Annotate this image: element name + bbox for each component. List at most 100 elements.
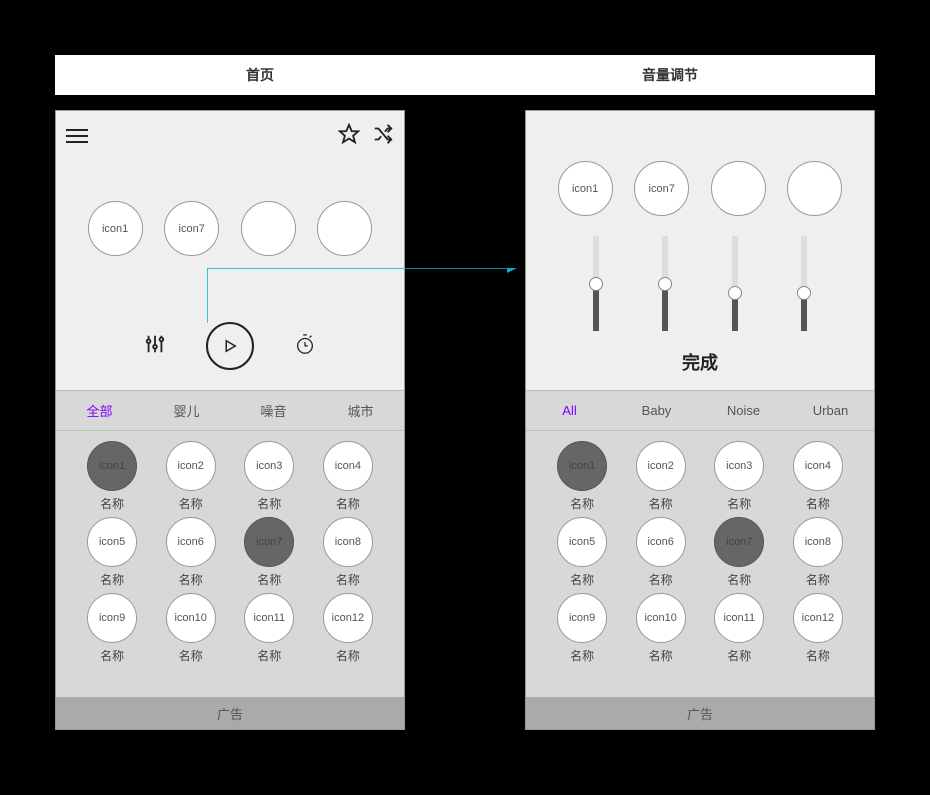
- mixer-icon[interactable]: [144, 333, 166, 360]
- sound-item[interactable]: icon12名称: [785, 593, 850, 664]
- sound-icon: icon3: [244, 441, 294, 491]
- volume-slider[interactable]: [586, 236, 606, 331]
- menu-icon[interactable]: [66, 125, 88, 147]
- active-sound[interactable]: icon7: [634, 161, 689, 216]
- active-sound[interactable]: [241, 201, 296, 256]
- sound-label: 名称: [100, 571, 124, 588]
- screen-labels: 首页 音量调节: [55, 55, 875, 95]
- active-sound[interactable]: icon1: [88, 201, 143, 256]
- active-sound[interactable]: icon1: [558, 161, 613, 216]
- done-button[interactable]: 完成: [526, 349, 874, 375]
- tab-urban[interactable]: 城市: [317, 391, 404, 430]
- sound-item[interactable]: icon11名称: [707, 593, 772, 664]
- sound-item[interactable]: icon2 名称: [628, 441, 693, 512]
- volume-slider[interactable]: [794, 236, 814, 331]
- sound-icon: icon9: [557, 593, 607, 643]
- active-sound[interactable]: [711, 161, 766, 216]
- label-volume: 音量调节: [465, 55, 875, 95]
- sound-label: 名称: [806, 495, 830, 512]
- sound-label: 名称: [806, 571, 830, 588]
- sound-item[interactable]: icon9名称: [80, 593, 145, 664]
- sound-item[interactable]: icon4 名称: [785, 441, 850, 512]
- tab-all[interactable]: All: [526, 391, 613, 430]
- shuffle-icon[interactable]: [372, 123, 394, 150]
- sound-label: 名称: [179, 495, 203, 512]
- sound-grid: icon1名称icon2名称icon3名称icon4名称icon5名称icon6…: [56, 431, 404, 699]
- sound-icon: icon7: [714, 517, 764, 567]
- sound-label: 名称: [179, 647, 203, 664]
- tab-urban[interactable]: Urban: [787, 391, 874, 430]
- sound-item[interactable]: icon6 名称: [158, 517, 223, 588]
- sound-item[interactable]: icon2名称: [158, 441, 223, 512]
- sound-icon: icon12: [323, 593, 373, 643]
- sound-label: 名称: [649, 495, 673, 512]
- sound-label: 名称: [179, 571, 203, 588]
- player-section: icon1 icon7: [56, 111, 404, 391]
- sound-icon: icon2: [636, 441, 686, 491]
- sound-icon: icon5: [87, 517, 137, 567]
- tab-noise[interactable]: Noise: [700, 391, 787, 430]
- sound-label: 名称: [100, 495, 124, 512]
- toolbar: [66, 121, 394, 151]
- tab-noise[interactable]: 噪音: [230, 391, 317, 430]
- sound-icon: icon4: [793, 441, 843, 491]
- active-sounds-row: icon1 icon7: [526, 161, 874, 216]
- sound-item[interactable]: icon1名称: [80, 441, 145, 512]
- category-tabs: 全部 婴儿 噪音 城市: [56, 391, 404, 431]
- tab-baby[interactable]: 婴儿: [143, 391, 230, 430]
- sound-label: 名称: [257, 495, 281, 512]
- sound-item[interactable]: icon8 名称: [785, 517, 850, 588]
- volume-slider[interactable]: [655, 236, 675, 331]
- active-sounds-row: icon1 icon7: [56, 201, 404, 256]
- sound-item[interactable]: icon7 名称: [237, 517, 302, 588]
- sound-icon: icon7: [244, 517, 294, 567]
- sound-label: 名称: [257, 647, 281, 664]
- sound-item[interactable]: icon9 名称: [550, 593, 615, 664]
- sound-label: 名称: [336, 571, 360, 588]
- label-home: 首页: [55, 55, 465, 95]
- active-sound[interactable]: icon7: [164, 201, 219, 256]
- timer-icon[interactable]: [294, 333, 316, 360]
- ad-banner[interactable]: 广告: [56, 697, 404, 729]
- volume-slider[interactable]: [725, 236, 745, 331]
- sound-item[interactable]: icon5 名称: [80, 517, 145, 588]
- sound-icon: icon10: [636, 593, 686, 643]
- sound-icon: icon12: [793, 593, 843, 643]
- sound-label: 名称: [727, 571, 751, 588]
- sound-item[interactable]: icon6名称: [628, 517, 693, 588]
- sound-item[interactable]: icon8名称: [315, 517, 380, 588]
- tab-baby[interactable]: Baby: [613, 391, 700, 430]
- sound-label: 名称: [570, 495, 594, 512]
- sound-icon: icon9: [87, 593, 137, 643]
- sound-label: 名称: [649, 647, 673, 664]
- sound-icon: icon4: [323, 441, 373, 491]
- sound-item[interactable]: icon10 名称: [628, 593, 693, 664]
- sound-item[interactable]: icon1 名称: [550, 441, 615, 512]
- favorite-icon[interactable]: [338, 123, 360, 150]
- sound-icon: icon5: [557, 517, 607, 567]
- sound-label: 名称: [570, 571, 594, 588]
- sound-item[interactable]: icon5 名称: [550, 517, 615, 588]
- sound-icon: icon6: [166, 517, 216, 567]
- sound-item[interactable]: icon10 名称: [158, 593, 223, 664]
- volume-section: icon1 icon7 完成: [526, 111, 874, 391]
- sound-icon: icon8: [793, 517, 843, 567]
- sound-label: 名称: [570, 647, 594, 664]
- sound-item[interactable]: icon3 名称: [237, 441, 302, 512]
- player-controls: [56, 322, 404, 370]
- sound-item[interactable]: icon3名称: [707, 441, 772, 512]
- active-sound[interactable]: [317, 201, 372, 256]
- ad-banner[interactable]: 广告: [526, 697, 874, 729]
- tab-all[interactable]: 全部: [56, 391, 143, 430]
- sound-icon: icon1: [557, 441, 607, 491]
- play-button[interactable]: [206, 322, 254, 370]
- sound-item[interactable]: icon12 名称: [315, 593, 380, 664]
- sound-label: 名称: [336, 647, 360, 664]
- sound-icon: icon10: [166, 593, 216, 643]
- active-sound[interactable]: [787, 161, 842, 216]
- sound-label: 名称: [257, 571, 281, 588]
- sound-item[interactable]: icon11名称: [237, 593, 302, 664]
- sound-item[interactable]: icon4名称: [315, 441, 380, 512]
- sound-label: 名称: [649, 571, 673, 588]
- sound-item[interactable]: icon7 名称: [707, 517, 772, 588]
